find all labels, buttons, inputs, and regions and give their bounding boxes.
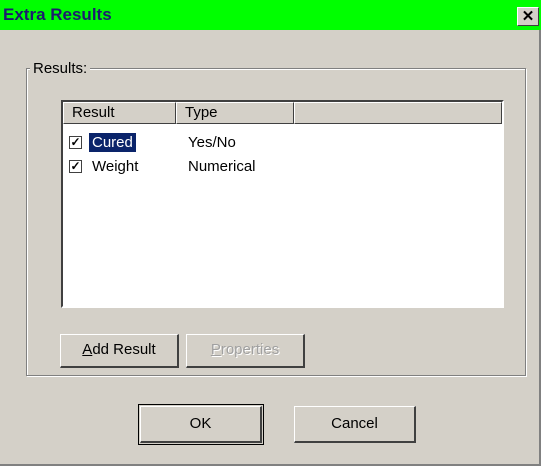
list-item[interactable]: ✓ Cured Yes/No — [67, 132, 497, 153]
title-bar[interactable]: Extra Results ✕ — [0, 0, 541, 30]
properties-label: Properties — [210, 341, 280, 358]
cancel-label: Cancel — [331, 415, 378, 432]
add-result-button[interactable]: Add Result — [60, 334, 179, 368]
properties-button[interactable]: Properties — [186, 334, 305, 368]
ok-button[interactable]: OK — [140, 406, 262, 443]
result-name[interactable]: Cured — [88, 132, 137, 153]
ok-label: OK — [189, 415, 212, 432]
list-item[interactable]: ✓ Weight Numerical — [67, 157, 497, 177]
window-title: Extra Results — [3, 5, 112, 24]
list-header: Result Type — [63, 102, 502, 124]
close-icon: ✕ — [521, 8, 535, 25]
column-header-filler — [294, 102, 502, 124]
result-type: Numerical — [188, 158, 256, 175]
weight-checkbox[interactable]: ✓ — [69, 160, 82, 173]
result-name[interactable]: Weight — [89, 157, 141, 176]
result-type: Yes/No — [188, 134, 236, 151]
dialog-window: Extra Results ✕ Results: Result Type ✓ C… — [0, 0, 541, 466]
cancel-button[interactable]: Cancel — [294, 406, 416, 443]
results-group-label: Results: — [30, 60, 91, 77]
cured-checkbox[interactable]: ✓ — [69, 136, 82, 149]
add-result-label: Add Result — [82, 341, 156, 358]
close-button[interactable]: ✕ — [517, 7, 539, 26]
results-list[interactable]: Result Type ✓ Cured Yes/No ✓ Weight Nume… — [61, 100, 504, 308]
column-header-type[interactable]: Type — [176, 102, 294, 124]
column-header-result[interactable]: Result — [63, 102, 176, 124]
